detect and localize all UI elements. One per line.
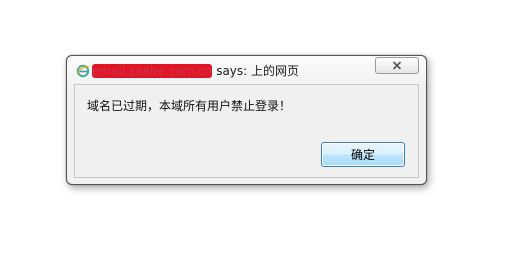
close-x-icon bbox=[392, 61, 402, 70]
redacted-domain: email.zaabe.com.cn bbox=[92, 64, 213, 78]
dialog-title-suffix: says: 上的网页 bbox=[212, 64, 300, 78]
close-button[interactable] bbox=[375, 57, 419, 74]
dialog-titlebar[interactable]: email.zaabe.com.cn says: 上的网页 bbox=[67, 56, 426, 84]
ie-icon bbox=[76, 63, 90, 78]
dialog-message: 域名已过期，本域所有用户禁止登录！ bbox=[87, 99, 292, 113]
ok-button[interactable]: 确定 bbox=[321, 142, 405, 167]
dialog-title: email.zaabe.com.cn says: 上的网页 bbox=[92, 62, 299, 79]
alert-dialog: email.zaabe.com.cn says: 上的网页 域名已过期，本域所有… bbox=[66, 55, 427, 185]
dialog-content: 域名已过期，本域所有用户禁止登录！ 确定 bbox=[74, 84, 419, 178]
